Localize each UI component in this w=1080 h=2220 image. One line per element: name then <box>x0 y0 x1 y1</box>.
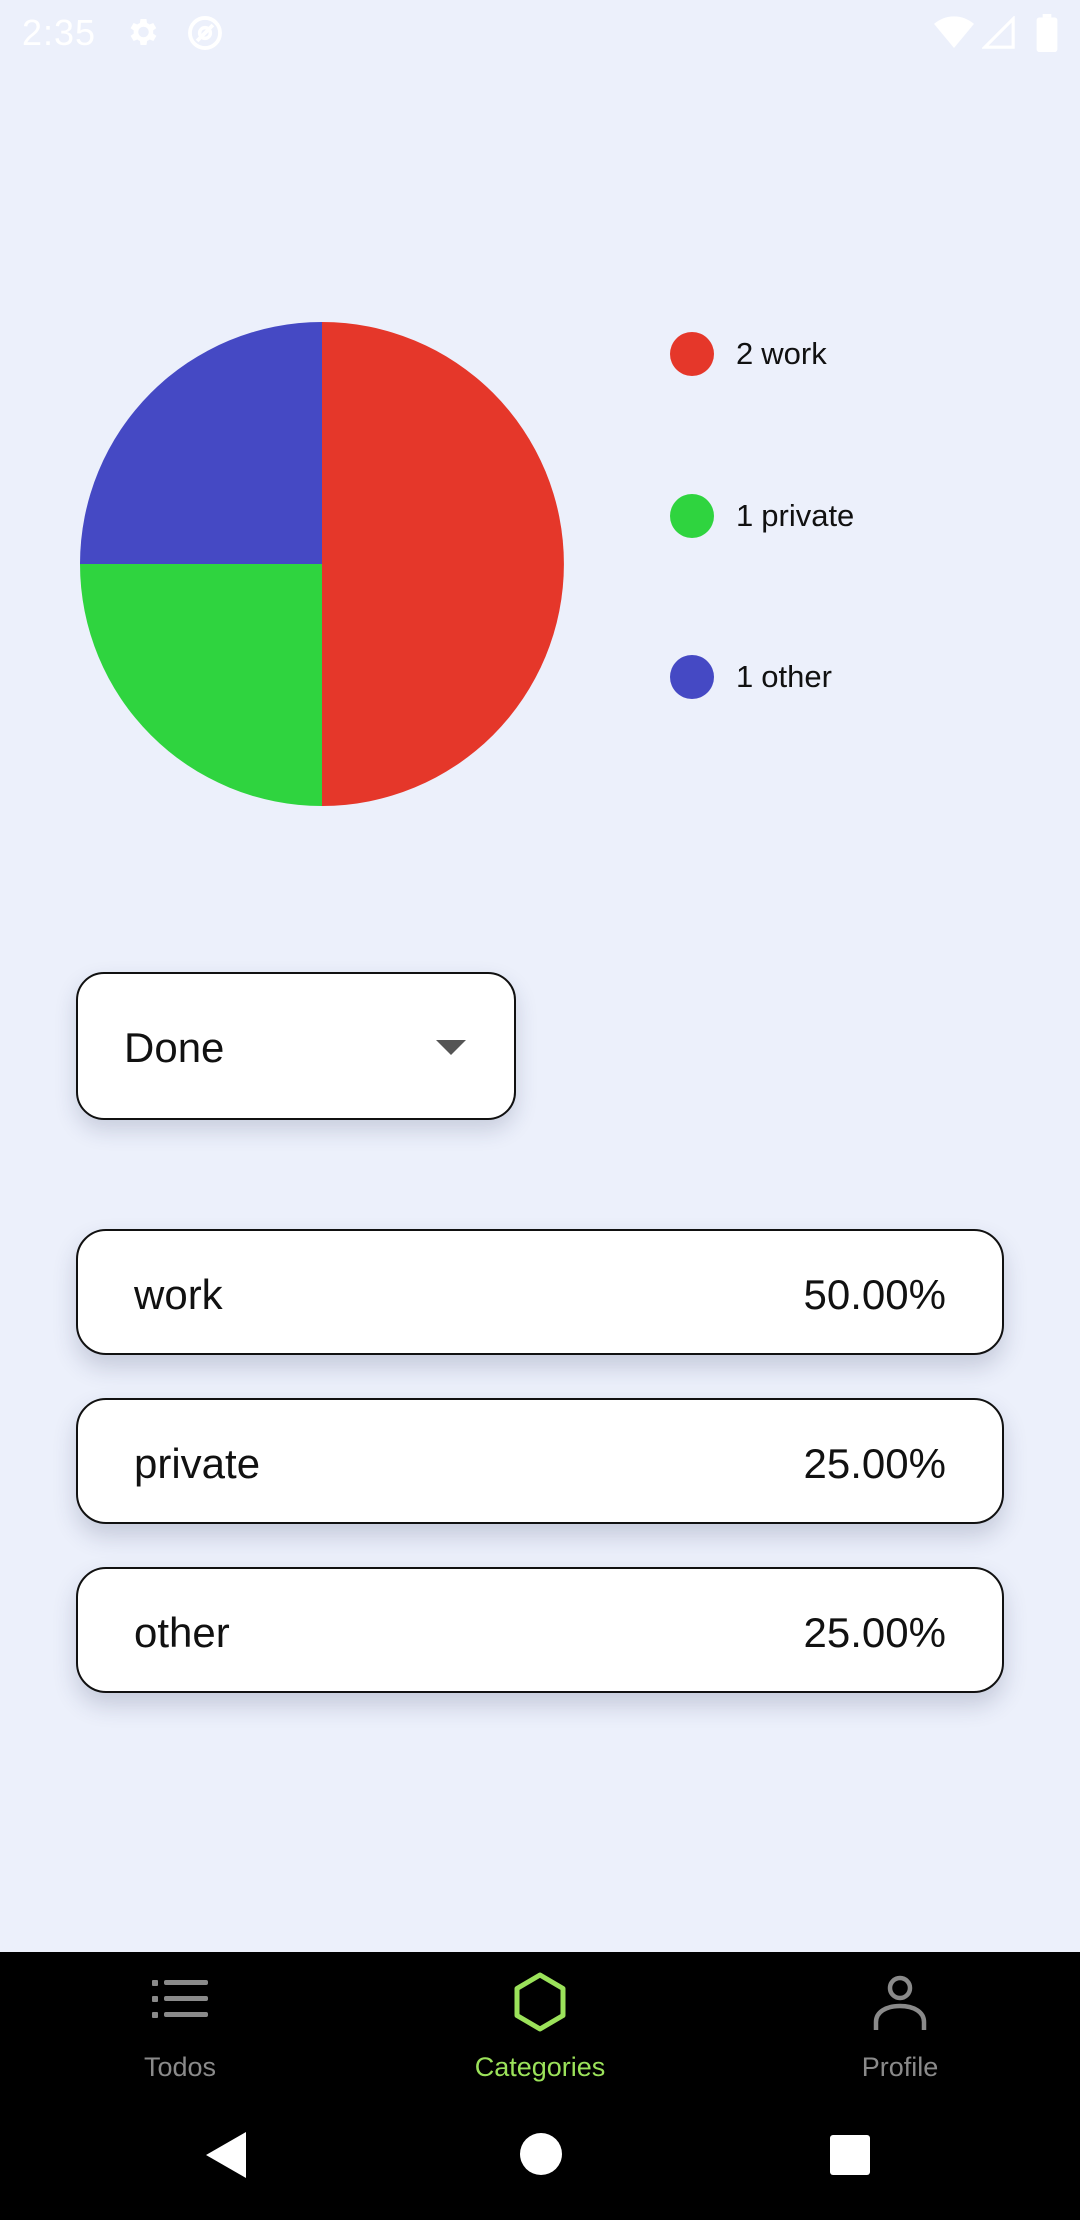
legend-count: 1 <box>736 659 754 694</box>
legend-count: 1 <box>736 498 754 533</box>
pie-chart <box>78 320 566 808</box>
nav-label-categories: Categories <box>474 2052 606 2082</box>
battery-icon <box>1036 14 1058 57</box>
status-time: 2:35 <box>22 12 97 53</box>
dropdown-selected-value: Done <box>124 1024 225 1071</box>
status-filter-dropdown[interactable]: Done <box>76 972 516 1120</box>
category-percent: 25.00% <box>803 1609 946 1656</box>
legend-label: private <box>761 498 855 533</box>
home-icon[interactable] <box>519 2132 563 2181</box>
list-icon <box>150 1972 210 2032</box>
legend-dot <box>670 332 714 376</box>
legend-item-work: 2 work <box>670 330 827 378</box>
legend-label: work <box>761 336 827 371</box>
legend-item-other: 1 other <box>670 653 832 701</box>
category-percent: 50.00% <box>803 1271 946 1318</box>
nav-label-profile: Profile <box>861 2052 939 2082</box>
bottom-navigation: Todos Categories Profile <box>0 1952 1080 2092</box>
category-card-work[interactable]: work 50.00% <box>76 1229 1004 1355</box>
nav-item-categories[interactable]: Categories <box>360 1952 720 2092</box>
pie-chart-svg <box>80 322 564 806</box>
status-bar: 2:35 <box>0 0 1080 64</box>
category-name: work <box>134 1271 223 1318</box>
recents-icon[interactable] <box>829 2134 871 2181</box>
person-icon <box>870 1972 930 2032</box>
legend-dot <box>670 655 714 699</box>
system-navigation-bar <box>0 2092 1080 2220</box>
hexagon-icon <box>510 1972 570 2032</box>
legend-count: 2 <box>736 336 754 371</box>
category-name: private <box>134 1440 261 1487</box>
legend-label: other <box>761 659 832 694</box>
pie-slice-other <box>80 322 322 564</box>
category-card-private[interactable]: private 25.00% <box>76 1398 1004 1524</box>
nav-item-todos[interactable]: Todos <box>0 1952 360 2092</box>
category-percent: 25.00% <box>803 1440 946 1487</box>
signal-icon <box>981 15 1016 55</box>
nav-item-profile[interactable]: Profile <box>720 1952 1080 2092</box>
settings-icon <box>124 14 160 55</box>
at-sign-icon <box>186 14 224 57</box>
category-card-other[interactable]: other 25.00% <box>76 1567 1004 1693</box>
nav-label-todos: Todos <box>143 2052 217 2082</box>
legend-item-private: 1 private <box>670 492 854 540</box>
category-name: other <box>134 1609 230 1656</box>
caret-down-icon <box>436 1040 466 1061</box>
wifi-icon <box>934 16 974 55</box>
pie-slice-work <box>322 322 564 806</box>
pie-slice-private <box>80 564 322 806</box>
legend-dot <box>670 494 714 538</box>
back-icon[interactable] <box>202 2130 248 2185</box>
